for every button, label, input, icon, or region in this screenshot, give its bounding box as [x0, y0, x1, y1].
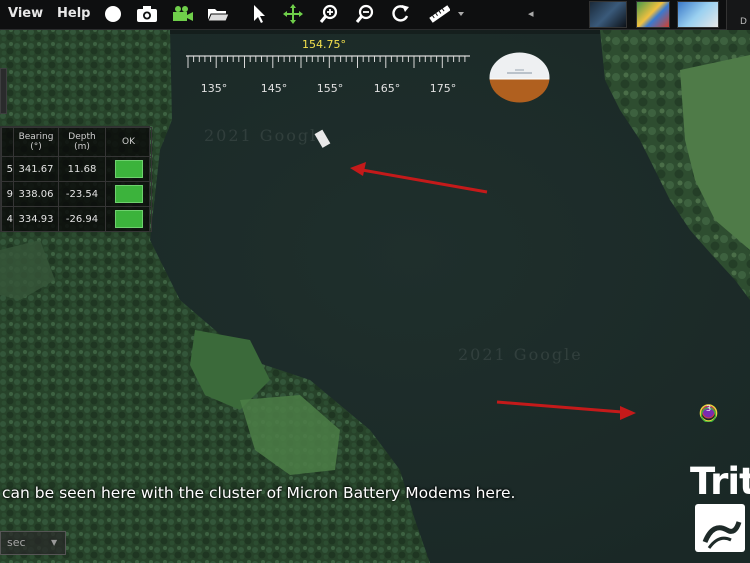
row-ok	[105, 181, 152, 207]
pan-icon[interactable]	[282, 3, 304, 25]
thumbnail-partial-label: D	[740, 17, 747, 27]
row-id: 5	[1, 156, 14, 182]
row-ok	[105, 206, 152, 232]
refresh-icon[interactable]	[390, 3, 412, 25]
modem-cluster-marker[interactable]: 3	[699, 403, 718, 423]
heading-value: 154.75°	[302, 38, 346, 51]
row-depth: -23.54	[58, 181, 106, 207]
scroll-left-icon[interactable]: ◂	[528, 7, 534, 20]
table-row[interactable]: 4 334.93 -26.94	[1, 206, 152, 232]
row-id: 9	[1, 181, 14, 207]
menu-help[interactable]: Help	[57, 6, 90, 21]
menu-view[interactable]: View	[8, 6, 43, 21]
attitude-indicator	[489, 52, 550, 103]
row-bearing: 338.06	[13, 181, 59, 207]
ok-header: OK	[105, 127, 152, 157]
row-bearing: 341.67	[13, 156, 59, 182]
ok-indicator	[114, 185, 143, 203]
row-id: 4	[1, 206, 14, 232]
logo-text: Trit	[690, 460, 750, 503]
video-caption: can be seen here with the cluster of Mic…	[2, 484, 516, 502]
update-interval-value: sec	[7, 536, 26, 549]
video-icon[interactable]	[172, 3, 194, 25]
record-icon[interactable]	[102, 3, 124, 25]
row-depth: 11.68	[58, 156, 106, 182]
id-header	[1, 127, 14, 157]
marker-label: 3	[705, 404, 712, 413]
layers-thumbnail[interactable]	[677, 1, 719, 28]
zoom-in-icon[interactable]	[318, 3, 340, 25]
heading-tape: 154.75° 135° 145° 155° 165° 175°	[174, 38, 474, 102]
chevron-down-icon: ▼	[51, 538, 58, 547]
row-bearing: 334.93	[13, 206, 59, 232]
heading-tick-label: 155°	[316, 82, 344, 95]
logo-mark-icon	[695, 504, 745, 552]
table-row[interactable]: 5 341.67 11.68	[1, 156, 152, 182]
folder-open-icon[interactable]	[207, 3, 229, 25]
row-depth: -26.94	[58, 206, 106, 232]
map-layer-thumbnail[interactable]	[589, 1, 627, 28]
pointer-icon[interactable]	[248, 3, 270, 25]
ok-indicator	[114, 210, 143, 228]
row-ok	[105, 156, 152, 182]
map-watermark: 2021 Google	[204, 126, 329, 145]
google-maps-thumbnail[interactable]	[636, 1, 670, 28]
depth-header: Depth (m)	[58, 127, 106, 157]
tritech-logo: Trit	[690, 460, 750, 556]
bearing-header: Bearing (°)	[13, 127, 59, 157]
side-panel-tab[interactable]	[0, 68, 7, 114]
table-row[interactable]: 9 338.06 -23.54	[1, 181, 152, 207]
zoom-out-icon[interactable]	[354, 3, 376, 25]
thumbnail-partial[interactable]: D	[726, 0, 750, 30]
camera-icon[interactable]	[136, 3, 158, 25]
heading-tick-label: 145°	[260, 82, 288, 95]
heading-tick-label: 135°	[200, 82, 228, 95]
heading-tick-label: 175°	[429, 82, 457, 95]
modem-table: Bearing (°) Depth (m) OK 5 341.67 11.68 9 …	[0, 126, 152, 232]
ruler-icon[interactable]	[428, 3, 450, 25]
ok-indicator	[114, 160, 143, 178]
heading-ticks	[186, 55, 470, 68]
dropdown-icon[interactable]	[454, 3, 468, 25]
map-watermark: 2021 Google	[458, 345, 583, 364]
toolbar: View Help ◂ D	[0, 0, 750, 30]
heading-tick-label: 165°	[373, 82, 401, 95]
update-interval-select[interactable]: sec ▼	[0, 531, 66, 555]
